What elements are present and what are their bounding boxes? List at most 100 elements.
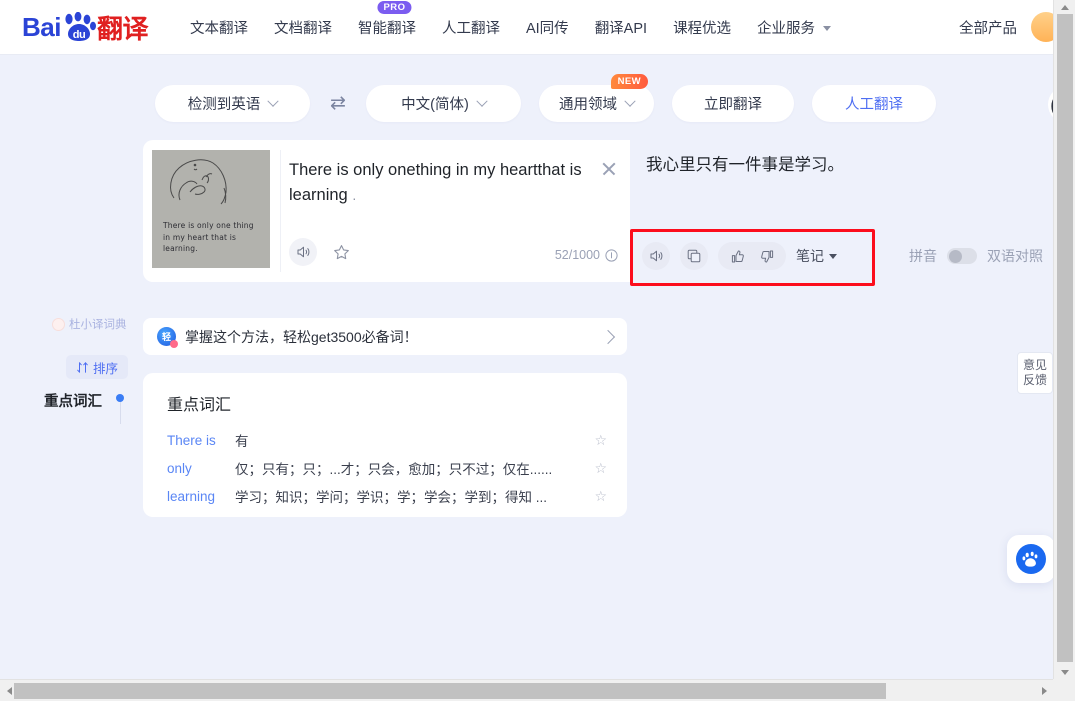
- nav-label: 智能翻译: [357, 20, 416, 37]
- vocabulary-row[interactable]: There is 有 ☆: [167, 426, 607, 454]
- chat-bubble-icon: 轻: [157, 327, 178, 348]
- vertical-scroll-thumb[interactable]: [1057, 14, 1073, 662]
- nav-label: 人工翻译: [441, 20, 500, 37]
- language-selection-bar: 检测到英语 ⇄ 中文(简体) NEW 通用领域 立即翻译 人工翻译: [155, 74, 936, 122]
- human-translate-button[interactable]: 人工翻译: [812, 85, 936, 122]
- human-translate-label: 人工翻译: [845, 97, 903, 113]
- source-language-select[interactable]: 检测到英语: [155, 85, 310, 122]
- vocabulary-row[interactable]: learning 学习；知识；学问；学识；学；学会；学到；得知 ... ☆: [167, 482, 607, 510]
- feedback-button[interactable]: 意见 反馈: [1017, 352, 1053, 394]
- character-count-value: 52/1000: [554, 248, 600, 262]
- new-badge: NEW: [610, 74, 648, 89]
- nav-item-doc-translate[interactable]: 文档翻译: [274, 17, 332, 38]
- triangle-up-icon: [1061, 4, 1069, 10]
- note-dropdown-button[interactable]: 笔记: [796, 246, 837, 266]
- feedback-line-2: 反馈: [1022, 373, 1047, 387]
- scroll-down-button[interactable]: [1054, 665, 1075, 679]
- toggle-knob: [948, 249, 962, 263]
- floating-assistant-button[interactable]: [1007, 535, 1055, 583]
- source-image-thumbnail[interactable]: There is only one thing in my heart that…: [152, 150, 270, 268]
- character-counter: 52/1000: [555, 248, 618, 262]
- pinyin-toggle[interactable]: [947, 248, 977, 264]
- horizontal-scroll-thumb[interactable]: [14, 683, 886, 699]
- nav-right-group: 全部产品: [959, 12, 1061, 42]
- nav-label: 课程优选: [673, 20, 732, 37]
- source-text-value: There is only onething in my heartthat i…: [289, 161, 582, 204]
- nav-item-courses[interactable]: 课程优选: [673, 17, 731, 38]
- scroll-right-button[interactable]: [1039, 680, 1053, 701]
- swap-icon: ⇄: [330, 93, 346, 114]
- bilingual-label[interactable]: 双语对照: [987, 246, 1043, 266]
- star-icon[interactable]: ☆: [589, 488, 607, 505]
- source-text-period: .: [352, 187, 357, 203]
- nav-item-human-translate[interactable]: 人工翻译: [442, 17, 500, 38]
- result-toolbar-right: 拼音 双语对照: [909, 246, 1053, 266]
- nav-item-translate-api[interactable]: 翻译API: [595, 17, 647, 38]
- scroll-up-button[interactable]: [1054, 0, 1075, 14]
- chevron-down-icon: [267, 95, 279, 107]
- translate-now-button[interactable]: 立即翻译: [672, 85, 794, 122]
- source-text-area[interactable]: There is only onething in my heartthat i…: [280, 150, 630, 272]
- nav-item-text-translate[interactable]: 文本翻译: [190, 17, 248, 38]
- thumbs-down-icon[interactable]: [753, 242, 781, 270]
- all-products-label: 全部产品: [959, 20, 1017, 37]
- domain-label: 通用领域: [559, 97, 617, 113]
- vocabulary-term[interactable]: learning: [167, 489, 229, 504]
- source-text[interactable]: There is only onething in my heartthat i…: [281, 150, 630, 208]
- nav-label: 文本翻译: [189, 20, 248, 37]
- triangle-right-icon: [1041, 687, 1051, 695]
- sidebar-section-label[interactable]: 重点词汇: [44, 390, 102, 411]
- rating-group: [718, 242, 786, 270]
- info-icon: [605, 248, 618, 262]
- dictionary-chip-label: 杜小译词典: [69, 319, 127, 331]
- close-icon[interactable]: [600, 160, 618, 178]
- chevron-right-icon[interactable]: [600, 329, 616, 344]
- sort-button[interactable]: 排序: [66, 355, 128, 379]
- baidu-fanyi-logo[interactable]: Bai du 翻译: [22, 9, 148, 46]
- nav-items: 文本翻译 文档翻译 PRO 智能翻译 人工翻译 AI同传 翻译API 课程优选: [190, 0, 832, 38]
- logo-fanyi-text: 翻译: [96, 13, 149, 44]
- vocabulary-definition: 学习；知识；学问；学识；学；学会；学到；得知 ...: [235, 490, 548, 505]
- translate-page: Bai du 翻译 文本翻译 文档翻译 PRO 智能翻译 人工翻译 AI同传 翻…: [0, 0, 1075, 701]
- nav-item-enterprise[interactable]: 企业服务: [757, 17, 832, 38]
- thumbnail-caption: There is only one thing in my heart that…: [163, 221, 254, 253]
- key-vocabulary-card: 重点词汇 There is 有 ☆ only 仅；只有；只；...才；只会，愈加…: [143, 373, 627, 517]
- baidu-logo-icon: [1016, 544, 1046, 574]
- promo-banner[interactable]: 轻 掌握这个方法，轻松get3500必备词！: [143, 318, 627, 355]
- copy-icon[interactable]: [680, 242, 708, 270]
- dictionary-chip[interactable]: 杜小译词典: [52, 316, 127, 332]
- scroll-left-button[interactable]: [0, 680, 14, 701]
- dictionary-avatar-icon: [52, 317, 65, 331]
- vocabulary-definition: 有: [235, 434, 249, 449]
- triangle-down-icon: [1061, 669, 1069, 675]
- vocabulary-term[interactable]: There is: [167, 433, 229, 448]
- vocabulary-definition: 仅；只有；只；...才；只会，愈加；只不过；仅在......: [235, 462, 553, 477]
- scrollbar-corner: [1053, 679, 1075, 701]
- source-tools: [289, 238, 353, 266]
- vocabulary-row[interactable]: only 仅；只有；只；...才；只会，愈加；只不过；仅在...... ☆: [167, 454, 607, 482]
- star-icon[interactable]: ☆: [589, 432, 607, 449]
- thumbs-up-icon[interactable]: [723, 242, 751, 270]
- vocabulary-term[interactable]: only: [167, 461, 229, 476]
- target-language-select[interactable]: 中文(简体): [366, 85, 521, 122]
- sort-label: 排序: [92, 361, 118, 376]
- nav-label: 文档翻译: [273, 20, 332, 37]
- target-language-label: 中文(简体): [401, 97, 469, 113]
- translated-text: 我心里只有一件事是学习。: [646, 156, 844, 174]
- swap-languages-button[interactable]: ⇄: [310, 92, 366, 115]
- result-toolbar: 笔记 拼音 双语对照: [630, 230, 1053, 282]
- triangle-left-icon: [3, 687, 12, 695]
- all-products-menu[interactable]: 全部产品: [959, 17, 1017, 38]
- chevron-down-icon: [829, 253, 837, 259]
- vertical-scrollbar[interactable]: [1053, 0, 1075, 679]
- nav-item-smart-translate[interactable]: PRO 智能翻译: [357, 0, 416, 38]
- domain-select[interactable]: NEW 通用领域: [539, 74, 654, 122]
- nav-item-ai-interpreting[interactable]: AI同传: [526, 17, 569, 38]
- speaker-icon[interactable]: [289, 238, 317, 266]
- horizontal-scrollbar[interactable]: [0, 679, 1075, 701]
- star-icon[interactable]: ☆: [589, 460, 607, 477]
- speaker-icon[interactable]: [642, 242, 670, 270]
- sort-icon: [77, 361, 88, 373]
- source-input-card: There is only one thing in my heart that…: [143, 140, 630, 282]
- star-icon[interactable]: [329, 240, 353, 264]
